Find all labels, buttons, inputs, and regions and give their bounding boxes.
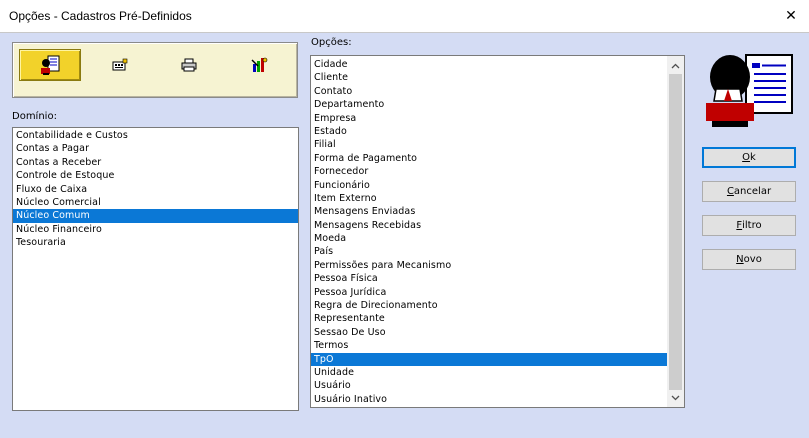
- opcoes-scrollbar[interactable]: [667, 56, 684, 407]
- list-item[interactable]: Permissões para Mecanismo: [311, 259, 667, 272]
- opcoes-label: Opções:: [311, 37, 352, 48]
- person-document-icon: [41, 55, 60, 75]
- list-item[interactable]: Tesouraria: [13, 236, 298, 249]
- dominio-listbox[interactable]: Contabilidade e Custos Contas a Pagar Cont…: [12, 127, 299, 411]
- list-item[interactable]: Pessoa Física: [311, 272, 667, 285]
- list-item[interactable]: Usuário Inativo: [311, 393, 667, 406]
- list-item[interactable]: Contas a Receber: [13, 156, 298, 169]
- toolbar-button-tools[interactable]: [228, 49, 290, 81]
- toolbar-button-print[interactable]: [158, 49, 220, 81]
- list-item[interactable]: Cliente: [311, 71, 667, 84]
- register-icon: [112, 58, 128, 71]
- tools-icon: [251, 57, 268, 72]
- list-item[interactable]: Funcionário: [311, 179, 667, 192]
- list-item[interactable]: Forma de Pagamento: [311, 152, 667, 165]
- list-item[interactable]: TpO: [311, 352, 667, 366]
- opcoes-listbox[interactable]: Cidade Cliente Contato Departamento Empresa E…: [310, 55, 685, 408]
- list-item[interactable]: Cidade: [311, 58, 667, 71]
- list-item[interactable]: Mensagens Recebidas: [311, 219, 667, 232]
- scroll-down-button[interactable]: [667, 389, 684, 406]
- list-item[interactable]: Pessoa Jurídica: [311, 286, 667, 299]
- toolbar-button-register[interactable]: [89, 49, 151, 81]
- list-item[interactable]: Núcleo Comum: [13, 209, 298, 223]
- cancelar-button-label: ancelar: [733, 186, 772, 197]
- chevron-down-icon: [671, 395, 680, 400]
- list-item[interactable]: Contato: [311, 85, 667, 98]
- list-item[interactable]: País: [311, 245, 667, 258]
- scroll-up-button[interactable]: [667, 57, 684, 74]
- chevron-up-icon: [671, 63, 680, 68]
- list-item[interactable]: Moeda: [311, 232, 667, 245]
- opcoes-items: Cidade Cliente Contato Departamento Empresa E…: [311, 58, 667, 406]
- close-icon: ✕: [785, 8, 797, 24]
- list-item[interactable]: Núcleo Comercial: [13, 196, 298, 209]
- dominio-label: Domínio:: [12, 111, 57, 122]
- printer-icon: [181, 58, 197, 72]
- list-item[interactable]: Item Externo: [311, 192, 667, 205]
- list-item[interactable]: Sessao De Uso: [311, 326, 667, 339]
- ok-button[interactable]: Ok: [702, 147, 796, 168]
- cancelar-button-accel: C: [726, 186, 734, 197]
- list-item[interactable]: Estado: [311, 125, 667, 138]
- novo-button[interactable]: Novo: [702, 249, 796, 270]
- cancelar-button[interactable]: Cancelar: [702, 181, 796, 202]
- options-window: Opções - Cadastros Pré-Definidos ✕ Domín…: [0, 0, 809, 438]
- list-item[interactable]: Contabilidade e Custos: [13, 129, 298, 142]
- list-item[interactable]: Departamento: [311, 98, 667, 111]
- filtro-button[interactable]: Filtro: [702, 215, 796, 236]
- list-item[interactable]: Unidade: [311, 366, 667, 379]
- title-bar: Opções - Cadastros Pré-Definidos ✕: [0, 0, 809, 33]
- list-item[interactable]: Fluxo de Caixa: [13, 183, 298, 196]
- list-item[interactable]: Representante: [311, 312, 667, 325]
- scroll-thumb[interactable]: [669, 74, 682, 390]
- list-item[interactable]: Núcleo Financeiro: [13, 223, 298, 236]
- window-title: Opções - Cadastros Pré-Definidos: [9, 9, 192, 23]
- toolbar-button-person[interactable]: [19, 49, 81, 81]
- list-item[interactable]: Usuário: [311, 379, 667, 392]
- list-item[interactable]: Mensagens Enviadas: [311, 205, 667, 218]
- list-item[interactable]: Regra de Direcionamento: [311, 299, 667, 312]
- ok-button-accel: O: [742, 152, 751, 163]
- list-item[interactable]: Termos: [311, 339, 667, 352]
- list-item[interactable]: Filial: [311, 138, 667, 151]
- ok-button-label: k: [750, 152, 756, 163]
- list-item[interactable]: Controle de Estoque: [13, 169, 298, 182]
- list-item[interactable]: Fornecedor: [311, 165, 667, 178]
- category-toolbar: [12, 42, 298, 98]
- list-item[interactable]: Empresa: [311, 112, 667, 125]
- filtro-button-label: iltro: [742, 220, 762, 231]
- close-button[interactable]: ✕: [773, 0, 809, 32]
- novo-button-accel: N: [736, 254, 744, 265]
- register-logo-icon: [706, 54, 793, 127]
- novo-button-label: ovo: [743, 254, 762, 265]
- list-item[interactable]: Contas a Pagar: [13, 142, 298, 155]
